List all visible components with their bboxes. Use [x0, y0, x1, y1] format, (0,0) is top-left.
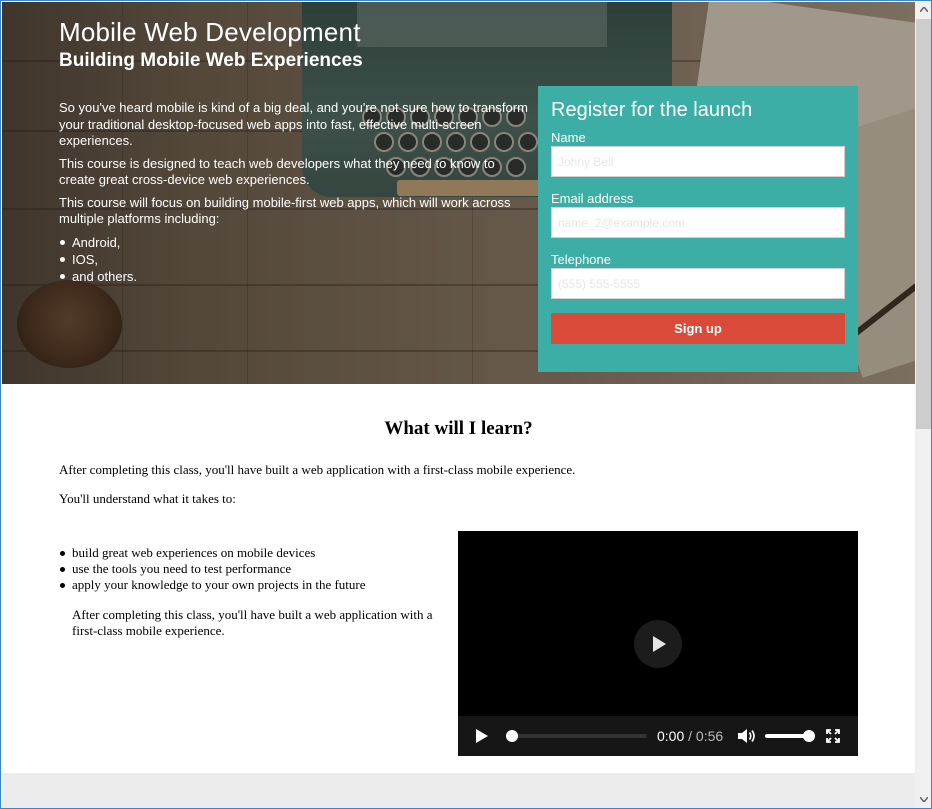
learn-note: After completing this class, you'll have… — [72, 607, 433, 638]
email-field[interactable] — [551, 207, 845, 238]
page-viewport: Mobile Web Development Building Mobile W… — [2, 2, 915, 808]
learn-lead: You'll understand what it takes to: — [59, 491, 236, 506]
platform-item: and others. — [59, 268, 529, 285]
seek-slider[interactable] — [506, 730, 647, 742]
page-footer — [2, 773, 915, 808]
play-icon[interactable] — [475, 728, 489, 744]
signup-button[interactable]: Sign up — [551, 313, 845, 344]
learn-list: build great web experiences on mobile de… — [59, 545, 366, 593]
platform-list: Android, IOS, and others. — [59, 234, 529, 285]
hero-banner: Mobile Web Development Building Mobile W… — [2, 2, 915, 384]
video-player[interactable]: 0:00 / 0:56 — [458, 531, 858, 756]
current-time: 0:00 — [657, 728, 685, 744]
learn-intro: After completing this class, you'll have… — [59, 462, 576, 477]
telephone-label: Telephone — [551, 252, 611, 267]
name-label: Name — [551, 130, 586, 145]
learn-list-item: use the tools you need to test performan… — [59, 561, 366, 577]
browser-frame: Mobile Web Development Building Mobile W… — [0, 0, 932, 809]
vertical-scrollbar[interactable] — [915, 2, 931, 808]
learn-list-item: build great web experiences on mobile de… — [59, 545, 366, 561]
volume-handle[interactable] — [803, 730, 815, 742]
page-title: Mobile Web Development — [59, 17, 361, 47]
hero-description: So you've heard mobile is kind of a big … — [59, 100, 529, 285]
volume-icon[interactable] — [737, 728, 757, 744]
register-form: Register for the launch Name Email addre… — [538, 86, 858, 372]
video-controls: 0:00 / 0:56 — [458, 716, 858, 756]
time-separator: / — [684, 728, 696, 744]
platform-item: IOS, — [59, 251, 529, 268]
volume-slider[interactable] — [765, 730, 815, 742]
scroll-up-icon[interactable] — [915, 2, 931, 19]
scroll-down-icon[interactable] — [915, 792, 931, 808]
hero-paragraph: This course is designed to teach web dev… — [59, 155, 495, 188]
seek-handle[interactable] — [506, 730, 518, 742]
hero-paragraph: So you've heard mobile is kind of a big … — [59, 100, 528, 148]
email-label: Email address — [551, 191, 634, 206]
learn-heading: What will I learn? — [384, 418, 533, 439]
learn-list-item: apply your knowledge to your own project… — [59, 577, 366, 593]
telephone-field[interactable] — [551, 268, 845, 299]
name-field[interactable] — [551, 146, 845, 177]
platform-item: Android, — [59, 234, 529, 251]
scrollbar-thumb[interactable] — [916, 19, 931, 429]
time-display: 0:00 / 0:56 — [657, 728, 723, 744]
register-heading: Register for the launch — [551, 99, 753, 121]
duration: 0:56 — [695, 728, 724, 744]
big-play-icon[interactable] — [634, 620, 682, 668]
fullscreen-icon[interactable] — [826, 729, 840, 743]
hero-paragraph: This course will focus on building mobil… — [59, 194, 511, 227]
page-subtitle: Building Mobile Web Experiences — [59, 50, 363, 71]
